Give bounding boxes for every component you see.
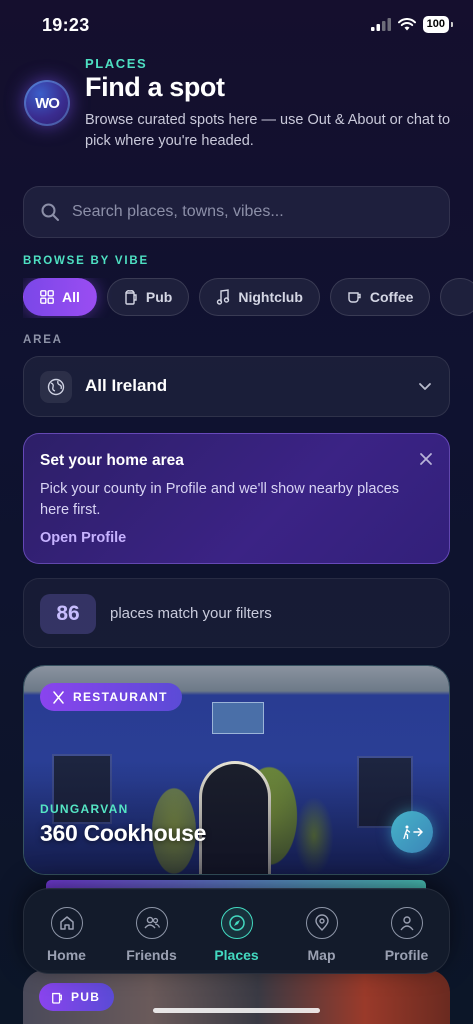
chevron-down-icon — [419, 383, 431, 390]
search-bar[interactable] — [23, 186, 450, 238]
arrow-right-icon — [412, 827, 423, 837]
music-note-icon — [217, 289, 230, 305]
place-type-tag: RESTAURANT — [40, 683, 182, 711]
status-time: 19:23 — [42, 15, 90, 35]
vibe-chip-row[interactable]: All Pub Nightclub Coffee — [23, 278, 473, 318]
grid-icon — [40, 290, 54, 304]
coffee-cup-icon — [348, 292, 361, 303]
beer-icon — [125, 290, 137, 305]
status-icons: 100 — [370, 16, 454, 33]
friends-icon — [135, 907, 168, 939]
page-header: WO PLACES Find a spot Browse curated spo… — [0, 50, 473, 160]
search-icon — [41, 203, 59, 221]
user-icon — [390, 907, 423, 939]
go-button[interactable] — [391, 811, 433, 853]
tab-label: Places — [214, 947, 259, 963]
tab-home[interactable]: Home — [27, 907, 107, 963]
vibe-section-label: BROWSE BY VIBE — [23, 255, 149, 267]
page-eyebrow: PLACES — [85, 56, 148, 71]
signal-icon — [370, 18, 391, 31]
status-bar: 19:23 100 — [0, 0, 473, 50]
results-count-bar: 86 places match your filters — [23, 578, 450, 648]
place-type-label: PUB — [71, 990, 101, 1004]
results-count-text: places match your filters — [110, 605, 272, 622]
app-logo: WO — [24, 80, 70, 126]
open-profile-link[interactable]: Open Profile — [40, 530, 126, 546]
home-indicator[interactable] — [153, 1008, 320, 1013]
area-section-label: AREA — [23, 334, 63, 346]
utensils-icon — [53, 690, 64, 704]
vibe-chip-all[interactable]: All — [23, 278, 97, 316]
close-icon[interactable] — [419, 452, 433, 466]
home-area-body: Pick your county in Profile and we'll sh… — [40, 481, 400, 518]
tab-label: Map — [307, 947, 336, 963]
place-card[interactable]: RESTAURANT DUNGARVAN 360 Cookhouse — [23, 665, 450, 875]
compass-icon — [220, 907, 253, 939]
map-pin-icon — [305, 907, 338, 939]
place-area: DUNGARVAN — [40, 802, 129, 816]
vibe-chip-label: Pub — [145, 289, 173, 305]
tab-map[interactable]: Map — [282, 907, 362, 963]
place-card[interactable]: PUB — [23, 970, 450, 1024]
tab-label: Profile — [384, 947, 429, 963]
area-selected-value: All Ireland — [85, 376, 168, 395]
tab-places[interactable]: Places — [197, 907, 277, 963]
vibe-chip-more[interactable] — [440, 278, 473, 316]
vibe-chip-label: Coffee — [369, 289, 414, 305]
home-area-card: Set your home area Pick your county in P… — [23, 433, 450, 564]
tab-label: Friends — [126, 947, 177, 963]
vibe-chip-pub[interactable]: Pub — [106, 278, 190, 316]
beer-icon — [52, 992, 62, 1004]
vibe-chip-nightclub[interactable]: Nightclub — [199, 278, 320, 316]
place-type-tag: PUB — [39, 983, 115, 1011]
walking-icon — [402, 825, 410, 839]
tab-label: Home — [47, 947, 86, 963]
globe-icon — [47, 378, 65, 396]
battery-indicator: 100 — [422, 16, 454, 33]
logo-text: WO — [35, 94, 60, 112]
tab-friends[interactable]: Friends — [112, 907, 192, 963]
page-subtitle: Browse curated spots here — use Out & Ab… — [85, 112, 451, 149]
place-name: 360 Cookhouse — [40, 820, 207, 846]
vibe-chip-label: All — [62, 289, 80, 305]
tab-profile[interactable]: Profile — [367, 907, 447, 963]
area-icon-box — [40, 371, 72, 403]
vibe-chip-label: Nightclub — [238, 289, 303, 305]
home-icon — [50, 907, 83, 939]
wifi-icon — [397, 18, 416, 31]
bottom-tab-bar: Home Friends Places Map Profile — [23, 888, 450, 974]
page-title: Find a spot — [85, 72, 225, 102]
place-type-label: RESTAURANT — [73, 690, 168, 704]
search-input[interactable] — [72, 203, 432, 221]
home-area-title: Set your home area — [40, 452, 184, 469]
vibe-chip-coffee[interactable]: Coffee — [329, 278, 431, 316]
results-count: 86 — [40, 594, 96, 634]
area-select[interactable]: All Ireland — [23, 356, 450, 417]
